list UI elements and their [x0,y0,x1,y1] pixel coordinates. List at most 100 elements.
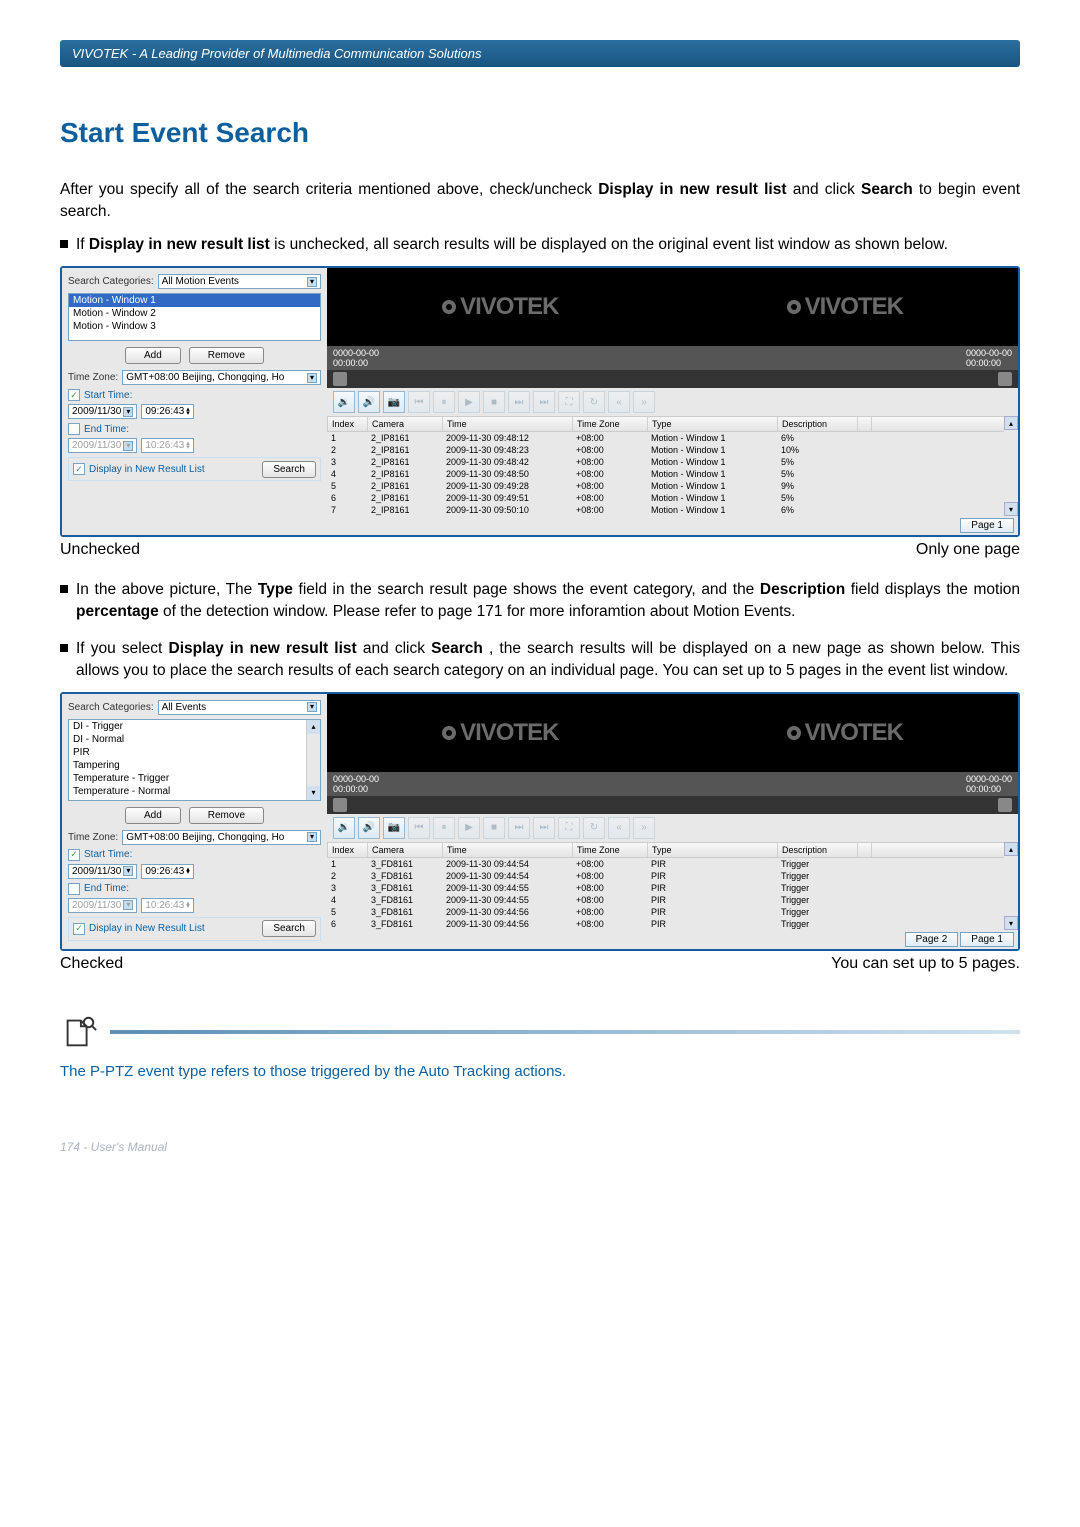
loop-icon[interactable]: ↻ [583,391,605,413]
next-icon[interactable]: ⏭ [508,817,530,839]
list-item[interactable]: Motion - Window 3 [69,320,320,333]
speaker-icon [333,372,347,386]
add-button[interactable]: Add [125,807,181,824]
page-tab[interactable]: Page 1 [960,518,1014,533]
list-item[interactable]: Tampering [69,759,320,772]
scrollbar[interactable]: ▴▾ [1004,842,1018,930]
list-item[interactable]: Motion - Window 2 [69,307,320,320]
skip-last-icon[interactable]: ⏭ [533,817,555,839]
start-time-input[interactable]: 09:26:43 ▴▾ [141,864,193,879]
table-row[interactable]: 43_FD81612009-11-30 09:44:55+08:00PIRTri… [327,894,1018,906]
table-row[interactable]: 63_FD81612009-11-30 09:44:56+08:00PIRTri… [327,918,1018,930]
col-time[interactable]: Time [443,843,573,857]
scroll-down-icon[interactable]: ▾ [307,786,320,800]
vol-down-icon[interactable]: 🔉 [333,391,355,413]
scrollbar[interactable]: ▴▾ [1004,416,1018,516]
end-time-checkbox[interactable] [68,423,80,435]
page-tab[interactable]: Page 2 [905,932,959,947]
cell: +08:00 [572,870,647,882]
list-item[interactable]: Temperature - Normal [69,785,320,798]
table-row[interactable]: 72_IP81612009-11-30 09:50:10+08:00Motion… [327,504,1018,516]
rewind-icon[interactable]: « [608,817,630,839]
snapshot-icon[interactable]: 📷 [383,391,405,413]
table-row[interactable]: 32_IP81612009-11-30 09:48:42+08:00Motion… [327,456,1018,468]
rewind-icon[interactable]: « [608,391,630,413]
start-date-input[interactable]: 2009/11/30 ▾ [68,864,137,879]
col-index[interactable]: Index [328,417,368,431]
col-description[interactable]: Description [778,843,858,857]
scrollbar[interactable]: ▴▾ [306,720,320,800]
start-time-input[interactable]: 09:26:43 ▴▾ [141,404,193,419]
table-row[interactable]: 22_IP81612009-11-30 09:48:23+08:00Motion… [327,444,1018,456]
timezone-dropdown[interactable]: GMT+08:00 Beijing, Chongqing, Ho ▾ [122,830,321,845]
col-description[interactable]: Description [778,417,858,431]
list-item[interactable]: DI - Normal [69,733,320,746]
search-categories-dropdown[interactable]: All Motion Events ▾ [158,274,321,289]
category-listbox[interactable]: DI - Trigger DI - Normal PIR Tampering T… [68,719,321,801]
remove-button[interactable]: Remove [189,347,264,364]
search-button[interactable]: Search [262,461,316,478]
col-type[interactable]: Type [648,417,778,431]
display-new-list-checkbox[interactable]: ✓ [73,463,85,475]
table-row[interactable]: 23_FD81612009-11-30 09:44:54+08:00PIRTri… [327,870,1018,882]
stop-icon[interactable]: ■ [483,391,505,413]
display-new-list-checkbox[interactable]: ✓ [73,923,85,935]
timeline-track[interactable] [327,370,1018,388]
col-time[interactable]: Time [443,417,573,431]
col-type[interactable]: Type [648,843,778,857]
scroll-down-icon[interactable]: ▾ [1004,502,1018,516]
table-row[interactable]: 13_FD81612009-11-30 09:44:54+08:00PIRTri… [327,858,1018,870]
start-time-checkbox[interactable]: ✓ [68,389,80,401]
forward-icon[interactable]: » [633,817,655,839]
list-item[interactable]: Temperature - Trigger [69,772,320,785]
table-row[interactable]: 62_IP81612009-11-30 09:49:51+08:00Motion… [327,492,1018,504]
table-row[interactable]: 52_IP81612009-11-30 09:49:28+08:00Motion… [327,480,1018,492]
expand-icon[interactable]: ⛶ [558,391,580,413]
cell: 1 [327,858,367,870]
page-tab[interactable]: Page 1 [960,932,1014,947]
search-categories-dropdown[interactable]: All Events ▾ [158,700,321,715]
start-date-input[interactable]: 2009/11/30 ▾ [68,404,137,419]
play-icon[interactable]: ▶ [458,391,480,413]
skip-last-icon[interactable]: ⏭ [533,391,555,413]
loop-icon[interactable]: ↻ [583,817,605,839]
list-item[interactable]: PIR [69,746,320,759]
vol-up-icon[interactable]: 🔊 [358,391,380,413]
pause-icon[interactable]: ⏸ [433,391,455,413]
snapshot-icon[interactable]: 📷 [383,817,405,839]
play-icon[interactable]: ▶ [458,817,480,839]
search-button[interactable]: Search [262,920,316,937]
text-bold: Search [861,181,913,198]
forward-icon[interactable]: » [633,391,655,413]
list-item[interactable]: DI - Trigger [69,720,320,733]
table-row[interactable]: 33_FD81612009-11-30 09:44:55+08:00PIRTri… [327,882,1018,894]
col-timezone[interactable]: Time Zone [573,843,648,857]
table-row[interactable]: 53_FD81612009-11-30 09:44:56+08:00PIRTri… [327,906,1018,918]
scroll-up-icon[interactable]: ▴ [307,720,320,734]
expand-icon[interactable]: ⛶ [558,817,580,839]
skip-first-icon[interactable]: ⏮ [408,391,430,413]
timeline-track[interactable] [327,796,1018,814]
remove-button[interactable]: Remove [189,807,264,824]
list-item[interactable]: Motion - Window 1 [69,294,320,307]
next-icon[interactable]: ⏭ [508,391,530,413]
stop-icon[interactable]: ■ [483,817,505,839]
timezone-dropdown[interactable]: GMT+08:00 Beijing, Chongqing, Ho ▾ [122,370,321,385]
scroll-down-icon[interactable]: ▾ [1004,916,1018,930]
col-index[interactable]: Index [328,843,368,857]
scroll-up-icon[interactable]: ▴ [1004,842,1018,856]
col-timezone[interactable]: Time Zone [573,417,648,431]
col-camera[interactable]: Camera [368,843,443,857]
start-time-checkbox[interactable]: ✓ [68,849,80,861]
end-time-checkbox[interactable] [68,883,80,895]
add-button[interactable]: Add [125,347,181,364]
skip-first-icon[interactable]: ⏮ [408,817,430,839]
scroll-up-icon[interactable]: ▴ [1004,416,1018,430]
category-listbox[interactable]: Motion - Window 1 Motion - Window 2 Moti… [68,293,321,341]
vol-down-icon[interactable]: 🔉 [333,817,355,839]
table-row[interactable]: 42_IP81612009-11-30 09:48:50+08:00Motion… [327,468,1018,480]
col-camera[interactable]: Camera [368,417,443,431]
pause-icon[interactable]: ⏸ [433,817,455,839]
vol-up-icon[interactable]: 🔊 [358,817,380,839]
table-row[interactable]: 12_IP81612009-11-30 09:48:12+08:00Motion… [327,432,1018,444]
